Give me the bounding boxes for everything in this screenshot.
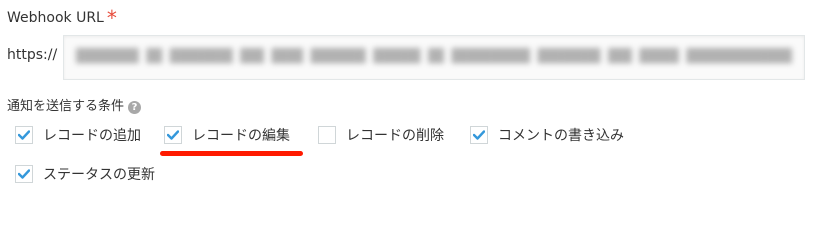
checkbox-box[interactable]	[164, 126, 182, 144]
checkbox-box[interactable]	[470, 126, 488, 144]
checkbox-label: ステータスの更新	[43, 167, 155, 183]
checkbox-status-update[interactable]: ステータスの更新	[15, 162, 155, 186]
checkbox-box[interactable]	[15, 126, 33, 144]
url-prefix: https://	[7, 47, 58, 63]
webhook-url-label-text: Webhook URL	[7, 10, 104, 26]
required-mark: *	[106, 6, 117, 30]
checkbox-comment-post[interactable]: コメントの書き込み	[470, 123, 624, 147]
webhook-url-value-redacted: ████████ ██ ████████ ███ ████ ███████ ██…	[76, 49, 792, 64]
question-circle-icon[interactable]: ?	[128, 100, 142, 114]
checkmark-icon	[18, 169, 30, 179]
checkbox-label: レコードの削除	[346, 128, 444, 144]
notification-conditions-label: 通知を送信する条件 ?	[7, 98, 142, 116]
webhook-url-input[interactable]: ████████ ██ ████████ ███ ████ ███████ ██…	[63, 35, 805, 80]
checkmark-icon	[18, 130, 30, 140]
checkbox-record-edit[interactable]: レコードの編集	[164, 123, 290, 147]
checkbox-label: レコードの編集	[192, 128, 290, 144]
checkbox-record-delete[interactable]: レコードの削除	[318, 123, 444, 147]
checkbox-label: レコードの追加	[43, 128, 141, 144]
checkbox-box[interactable]	[318, 126, 336, 144]
checkbox-box[interactable]	[15, 165, 33, 183]
webhook-url-label: Webhook URL *	[7, 4, 117, 29]
notification-conditions-label-text: 通知を送信する条件	[7, 99, 125, 114]
checkbox-label: コメントの書き込み	[498, 128, 624, 144]
checkbox-record-add[interactable]: レコードの追加	[15, 123, 141, 147]
checkmark-icon	[473, 130, 485, 140]
checkmark-icon	[167, 130, 179, 140]
red-underline-annotation	[160, 151, 303, 156]
